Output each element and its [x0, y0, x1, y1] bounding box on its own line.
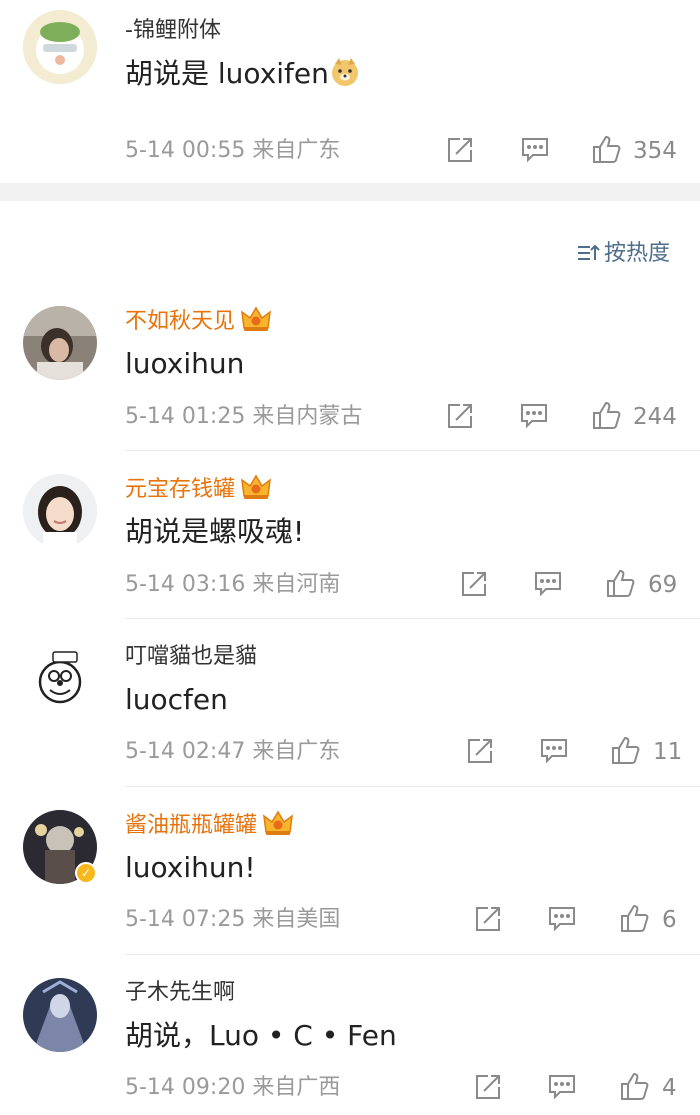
comment-icon[interactable]	[519, 402, 549, 430]
comment-text: luoxihun	[125, 347, 245, 380]
comment-icon[interactable]	[547, 1073, 577, 1101]
comment-text: 胡说是 luoxifen	[125, 56, 361, 92]
user-name[interactable]: 叮噹貓也是貓	[125, 642, 257, 672]
comment-separator	[125, 450, 700, 451]
avatar[interactable]	[23, 474, 97, 548]
like-count: 244	[633, 404, 677, 430]
user-name[interactable]: 酱油瓶瓶罐罐	[125, 810, 293, 841]
sort-icon	[576, 243, 600, 271]
section-divider	[0, 183, 700, 201]
comment-text: 胡说，Luo • C • Fen	[125, 1019, 397, 1052]
share-icon[interactable]	[446, 402, 474, 430]
avatar[interactable]	[23, 306, 97, 380]
comment-meta: 5-14 03:16 来自河南	[125, 572, 341, 597]
share-icon[interactable]	[474, 905, 502, 933]
comment-separator	[125, 786, 700, 787]
user-name[interactable]: -锦鲤附体	[125, 16, 221, 46]
comment-icon[interactable]	[539, 737, 569, 765]
comment-icon[interactable]	[520, 136, 550, 164]
comment-icon[interactable]	[547, 905, 577, 933]
comment-meta: 5-14 07:25 来自美国	[125, 907, 341, 932]
user-name[interactable]: 子木先生啊	[125, 978, 235, 1008]
user-name[interactable]: 元宝存钱罐	[125, 474, 271, 505]
like-count: 354	[633, 138, 677, 164]
sort-by-hot-button[interactable]: 按热度	[576, 240, 670, 271]
vip-crown-icon	[241, 474, 271, 500]
avatar[interactable]	[23, 10, 97, 84]
comment-separator	[125, 954, 700, 955]
comment-text: 胡说是螺吸魂!	[125, 515, 305, 548]
doge-emoji-icon	[329, 56, 361, 88]
share-icon[interactable]	[460, 570, 488, 598]
user-name[interactable]: 不如秋天见	[125, 306, 271, 337]
share-icon[interactable]	[446, 136, 474, 164]
like-icon[interactable]	[591, 400, 623, 430]
comment-text: luocfen	[125, 683, 228, 716]
like-count: 6	[662, 907, 677, 933]
comment-meta: 5-14 02:47 来自广东	[125, 739, 341, 764]
comment-icon[interactable]	[533, 570, 563, 598]
like-count: 4	[662, 1075, 677, 1101]
avatar[interactable]	[23, 978, 97, 1052]
like-icon[interactable]	[619, 903, 651, 933]
avatar[interactable]	[23, 642, 97, 716]
like-icon[interactable]	[610, 735, 642, 765]
comment-meta: 5-14 00:55 来自广东	[125, 138, 341, 163]
share-icon[interactable]	[466, 737, 494, 765]
like-icon[interactable]	[591, 134, 623, 164]
vip-crown-icon	[241, 306, 271, 332]
like-count: 69	[648, 572, 678, 598]
share-icon[interactable]	[474, 1073, 502, 1101]
comment-separator	[125, 618, 700, 619]
like-icon[interactable]	[619, 1071, 651, 1101]
verified-badge-icon: ✓	[75, 862, 97, 884]
comment-text: luoxihun!	[125, 851, 256, 884]
comment-meta: 5-14 09:20 来自广西	[125, 1075, 341, 1100]
vip-crown-icon	[263, 810, 293, 836]
comment-meta: 5-14 01:25 来自内蒙古	[125, 404, 363, 429]
sort-label: 按热度	[603, 241, 670, 266]
like-count: 11	[653, 739, 683, 765]
like-icon[interactable]	[605, 568, 637, 598]
